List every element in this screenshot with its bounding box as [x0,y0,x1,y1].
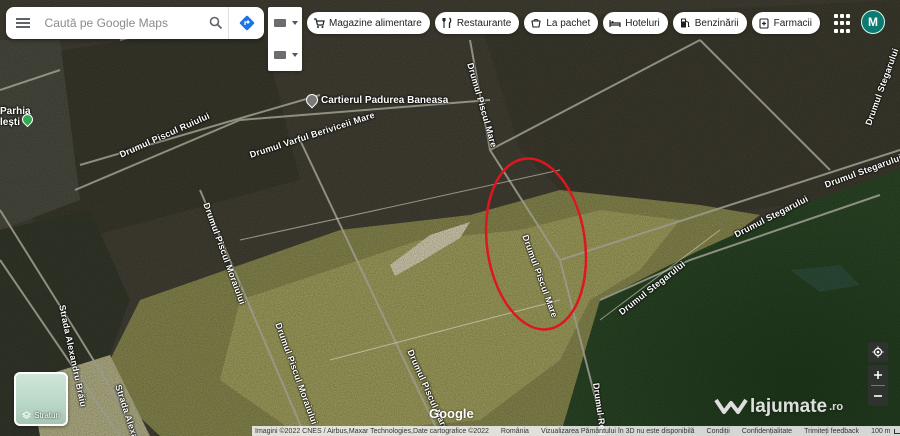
directions-icon [239,15,254,31]
satellite-map[interactable]: Drumul Piscul Ruiului Drumul Varful Beri… [0,0,900,436]
bed-icon [609,17,621,29]
country-link[interactable]: România [501,428,529,435]
cart-icon [313,17,325,29]
privacy-link[interactable]: Confidențialitate [742,428,792,435]
watermark-tld: .ro [829,401,844,413]
minus-icon [874,395,882,397]
map-controls [868,342,888,406]
chip-label: Magazine alimentare [329,17,422,29]
chip-label: Restaurante [456,17,512,29]
terms-link[interactable]: Condiții [707,428,730,435]
menu-button[interactable] [6,7,41,39]
place-marker[interactable]: Cartierul Padurea Baneasa [303,91,449,109]
fuel-icon [679,17,691,29]
layers-button[interactable]: Straturi [14,372,68,426]
google-apps-icon[interactable] [832,12,856,36]
takeout-icon [530,17,542,29]
chip-hotels[interactable]: Hoteluri [603,12,668,34]
fork-knife-icon [441,17,453,29]
chip-takeout[interactable]: La pachet [524,12,599,34]
chip-label: Farmacii [773,17,812,29]
layer-icon [274,19,286,27]
map-layer-toggle[interactable] [268,7,302,71]
layers-icon [22,411,32,419]
map-footer: Imagini ©2022 CNES / Airbus,Maxar Techno… [252,426,900,436]
search-box [6,7,264,39]
dropdown-caret-icon [292,21,298,25]
view3d-notice: Vizualizarea Pământului în 3D nu este di… [540,427,695,435]
directions-button[interactable] [228,7,264,39]
scale-bar[interactable]: 100 m [871,428,900,435]
avatar[interactable]: M [861,10,885,34]
place-label: lești [0,117,21,128]
dropdown-caret-icon [292,53,298,57]
chip-label: Benzinării [694,17,739,29]
layer-icon [274,51,286,59]
chip-pharmacies[interactable]: Farmacii [751,12,820,34]
layers-label-group: Straturi [16,411,66,420]
google-logo: Google [429,406,474,421]
plus-icon [874,371,882,379]
watermark-logo-icon [714,398,748,414]
chip-label: Hoteluri [625,17,660,29]
search-button[interactable] [204,7,229,39]
zoom-in-button[interactable] [868,365,888,385]
category-chips: Magazine alimentare Restaurante La pache… [307,12,820,34]
zoom-controls [868,365,888,406]
my-location-button[interactable] [868,342,888,362]
scale-bar-graphic [893,428,900,434]
hamburger-icon [16,18,31,28]
chip-label: La pachet [546,17,591,29]
search-input[interactable] [40,16,204,30]
search-icon [209,16,223,30]
chip-gas-stations[interactable]: Benzinării [672,12,747,34]
chip-grocery[interactable]: Magazine alimentare [307,12,430,34]
feedback-link[interactable]: Trimiteți feedback [804,428,859,435]
scale-label: 100 m [871,427,891,435]
layers-label: Straturi [34,411,60,420]
place-label: Cartierul Padurea Baneasa [321,94,449,106]
chip-restaurants[interactable]: Restaurante [434,12,520,34]
place-pin-icon [303,91,321,109]
lajumate-watermark: lajumate .ro [714,396,843,418]
zoom-out-button[interactable] [868,386,888,406]
pharmacy-icon [758,17,770,29]
imagery-attribution: Imagini ©2022 CNES / Airbus,Maxar Techno… [255,427,489,435]
watermark-text: lajumate [750,396,828,417]
location-target-icon [872,346,884,358]
